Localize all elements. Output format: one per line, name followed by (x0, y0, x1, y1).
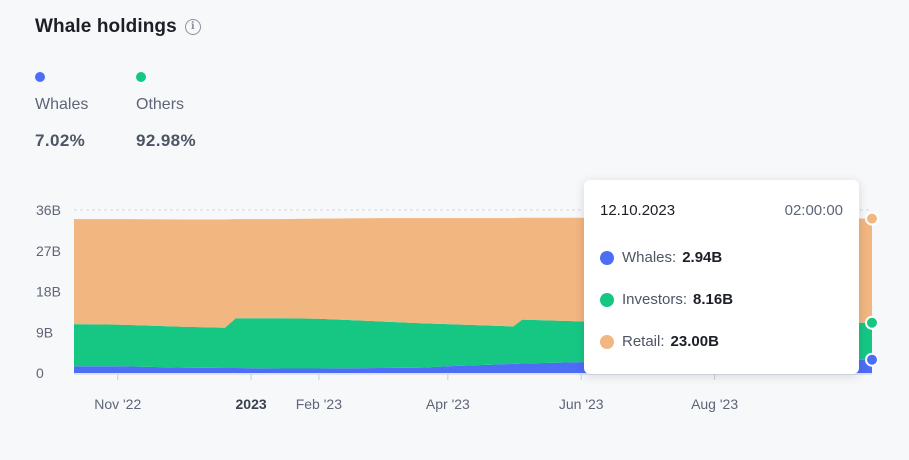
tooltip-row-whales: Whales: 2.94B (600, 249, 722, 266)
whales-dot (35, 72, 45, 82)
retail-swatch (600, 334, 614, 349)
summary-value: 92.98% (136, 131, 197, 150)
tooltip-date: 12.10.2023 (600, 202, 676, 219)
tooltip-row-value: 2.94B (682, 249, 723, 266)
chart-title: Whale holdings (35, 16, 177, 37)
tooltip-row-value: 8.16B (693, 291, 734, 308)
others-dot (136, 72, 146, 82)
y-tick-label: 27B (36, 243, 61, 259)
tooltip-row-value: 23.00B (670, 333, 719, 350)
tooltip-row-label: Investors: (622, 291, 688, 308)
tooltip-row-label: Whales: (622, 249, 677, 266)
y-tick-label: 9B (36, 324, 53, 340)
x-tick-label: Apr '23 (426, 396, 470, 412)
x-axis: Nov '22 2023 Feb '23 Apr '23 Jun '23 Aug '23 (94, 374, 738, 412)
marker-investors (865, 315, 879, 330)
summary-label: Whales (35, 96, 89, 113)
chart-header: Whale holdings i (35, 16, 201, 38)
x-tick-label: Aug '23 (691, 396, 738, 412)
y-tick-label: 36B (36, 202, 61, 218)
summary-value: 7.02% (35, 131, 86, 150)
whales-swatch (600, 250, 614, 265)
marker-whales (865, 352, 879, 367)
summary-whales: Whales 7.02% (35, 72, 88, 151)
tooltip-row-retail: Retail: 23.00B (600, 333, 719, 350)
y-axis: 0 9B 18B 27B 36B (36, 202, 61, 381)
investors-swatch (600, 292, 614, 307)
y-tick-label: 18B (36, 284, 61, 300)
summary-label: Others (136, 96, 185, 113)
x-tick-label: Feb '23 (296, 396, 342, 412)
x-tick-label: 2023 (236, 396, 267, 412)
x-tick-label: Nov '22 (94, 396, 141, 412)
tooltip-header: 12.10.2023 02:00:00 (600, 202, 843, 219)
tooltip-row-label: Retail: (622, 333, 665, 350)
y-tick-label: 0 (36, 365, 44, 381)
info-icon[interactable]: i (184, 19, 201, 35)
chart-tooltip: 12.10.2023 02:00:00 Whales: 2.94B Invest… (584, 180, 859, 374)
tooltip-row-investors: Investors: 8.16B (600, 291, 733, 308)
summary-others: Others 92.98% (136, 72, 196, 151)
x-tick-label: Jun '23 (559, 396, 604, 412)
tooltip-time: 02:00:00 (784, 202, 843, 219)
marker-retail (865, 211, 879, 226)
